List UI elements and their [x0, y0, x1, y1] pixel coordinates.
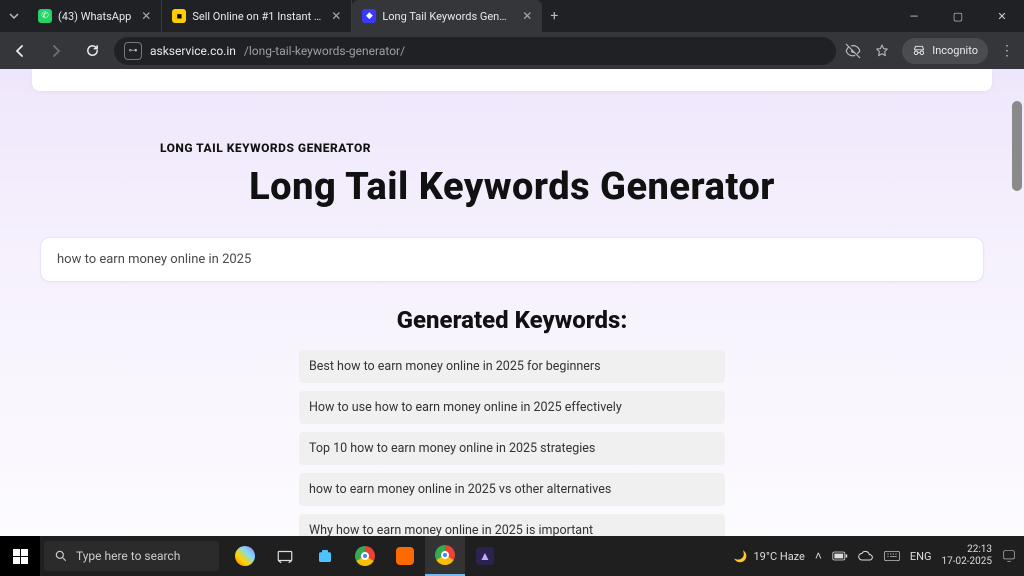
task-view-button[interactable] [265, 536, 305, 576]
notifications-icon[interactable] [1002, 549, 1016, 563]
keyword-input[interactable]: how to earn money online in 2025 [40, 237, 984, 282]
page-content: LONG TAIL KEYWORDS GENERATOR Long Tail K… [0, 91, 1024, 536]
keyword-item[interactable]: Top 10 how to earn money online in 2025 … [299, 432, 725, 465]
taskbar-search-placeholder: Type here to search [76, 549, 180, 563]
close-window-button[interactable]: ✕ [980, 0, 1024, 32]
whatsapp-icon: ✆ [38, 9, 52, 23]
chevron-down-icon [9, 11, 19, 21]
keyword-item[interactable]: how to earn money online in 2025 vs othe… [299, 473, 725, 506]
taskbar-apps: ▲ [225, 536, 505, 576]
tab-long-tail-keywords[interactable]: ◆ Long Tail Keywords Generator ✕ [352, 0, 542, 32]
generated-title: Generated Keywords: [32, 306, 992, 334]
tab-label: Sell Online on #1 Instant Delive [192, 10, 321, 23]
clock[interactable]: 22:13 17-02-2025 [942, 544, 993, 568]
page-title: Long Tail Keywords Generator [32, 165, 992, 209]
url-host: askservice.co.in [150, 44, 236, 58]
language-indicator[interactable]: ENG [910, 550, 932, 563]
incognito-label: Incognito [932, 44, 978, 57]
close-icon[interactable]: ✕ [331, 9, 341, 23]
bookmark-star-icon[interactable] [874, 43, 890, 59]
browser-menu-button[interactable]: ⋮ [1000, 43, 1014, 59]
tab-label: Long Tail Keywords Generator [382, 10, 512, 23]
window-titlebar: ✆ (43) WhatsApp ✕ ■ Sell Online on #1 In… [0, 0, 1024, 32]
toolbar-right: Incognito ⋮ [844, 38, 1018, 64]
system-tray: 🌙 19°C Haze ˄ ENG 22:13 17-02-2025 [734, 536, 1024, 576]
incognito-chip[interactable]: Incognito [902, 38, 988, 64]
tab-whatsapp[interactable]: ✆ (43) WhatsApp ✕ [28, 0, 162, 32]
weather-widget[interactable]: 🌙 19°C Haze [734, 550, 805, 563]
close-icon[interactable]: ✕ [141, 9, 151, 23]
browser-toolbar: ⊶ askservice.co.in/long-tail-keywords-ge… [0, 32, 1024, 69]
arrow-right-icon [48, 43, 64, 59]
new-tab-button[interactable]: + [542, 8, 566, 24]
clock-time: 22:13 [942, 544, 993, 556]
page-kicker: LONG TAIL KEYWORDS GENERATOR [160, 141, 992, 155]
tab-strip: ✆ (43) WhatsApp ✕ ■ Sell Online on #1 In… [0, 0, 892, 32]
page-viewport: LONG TAIL KEYWORDS GENERATOR Long Tail K… [0, 69, 1024, 536]
app-icon-purple[interactable]: ▲ [465, 536, 505, 576]
scrollbar-thumb[interactable] [1012, 101, 1022, 191]
weather-text: 19°C Haze [753, 550, 804, 563]
keyword-list: Best how to earn money online in 2025 fo… [299, 350, 725, 536]
url-path: /long-tail-keywords-generator/ [244, 44, 405, 58]
page-scrollbar[interactable] [1010, 69, 1024, 536]
site-icon: ◆ [362, 9, 376, 23]
eye-off-icon[interactable] [844, 42, 862, 60]
keyword-input-value: how to earn money online in 2025 [57, 252, 251, 267]
onedrive-icon[interactable] [858, 550, 874, 562]
windows-taskbar: Type here to search ▲ 🌙 19°C Haze ˄ ENG … [0, 536, 1024, 576]
search-icon [54, 549, 68, 563]
reload-icon [85, 43, 100, 58]
keyword-item[interactable]: How to use how to earn money online in 2… [299, 391, 725, 424]
tab-label: (43) WhatsApp [58, 10, 131, 23]
keyword-item[interactable]: Why how to earn money online in 2025 is … [299, 514, 725, 536]
keyword-item[interactable]: Best how to earn money online in 2025 fo… [299, 350, 725, 383]
chrome-icon-active[interactable] [425, 536, 465, 576]
chrome-icon[interactable] [345, 536, 385, 576]
address-bar[interactable]: ⊶ askservice.co.in/long-tail-keywords-ge… [114, 37, 836, 65]
site-info-icon[interactable]: ⊶ [124, 42, 142, 60]
start-button[interactable] [0, 536, 40, 576]
windows-logo-icon [13, 549, 28, 564]
previous-card-bottom [32, 69, 992, 91]
maximize-button[interactable]: ▢ [936, 0, 980, 32]
window-controls: — ▢ ✕ [892, 0, 1024, 32]
incognito-icon [912, 44, 926, 58]
taskbar-search[interactable]: Type here to search [44, 541, 219, 571]
tab-search-button[interactable] [0, 0, 28, 32]
tray-chevron-up-icon[interactable]: ˄ [815, 549, 822, 563]
keyboard-icon[interactable] [884, 550, 900, 562]
battery-icon[interactable] [832, 551, 848, 561]
store-icon: ■ [172, 9, 186, 23]
app-icon-orange[interactable] [385, 536, 425, 576]
close-icon[interactable]: ✕ [522, 9, 532, 23]
forward-button[interactable] [42, 37, 70, 65]
arrow-left-icon [12, 43, 28, 59]
reload-button[interactable] [78, 37, 106, 65]
clock-date: 17-02-2025 [942, 556, 993, 568]
copilot-icon[interactable] [225, 536, 265, 576]
tab-sell-online[interactable]: ■ Sell Online on #1 Instant Delive ✕ [162, 0, 352, 32]
minimize-button[interactable]: — [892, 0, 936, 32]
microsoft-store-icon[interactable] [305, 536, 345, 576]
weather-icon: 🌙 [734, 550, 748, 563]
back-button[interactable] [6, 37, 34, 65]
